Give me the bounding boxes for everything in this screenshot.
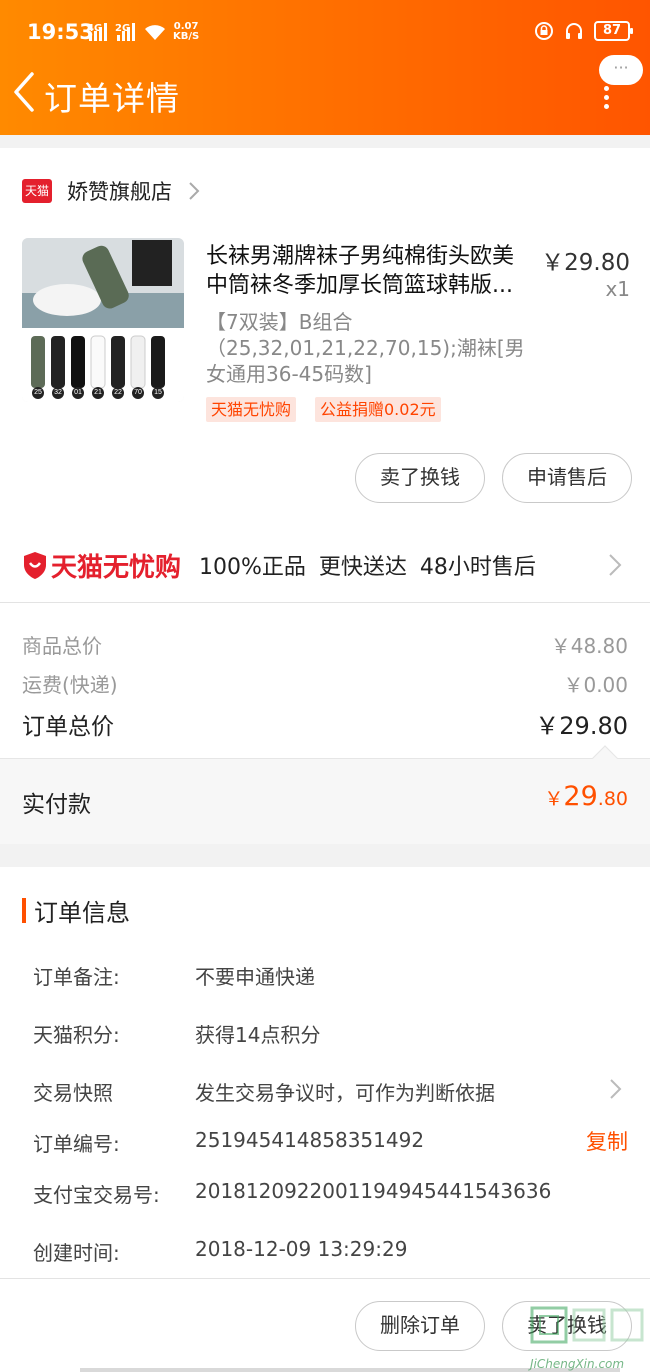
lock-rotation-icon <box>535 22 553 40</box>
watermark-text: JiChengXin.com <box>530 1357 625 1371</box>
snapshot-label: 交易快照 <box>33 1081 113 1105</box>
signal-icon-2 <box>117 23 139 41</box>
headphones-icon <box>566 23 582 39</box>
accent-bar <box>22 898 26 923</box>
sock-number-badge: 15 <box>152 387 164 399</box>
paid-amount: ￥29.80 <box>544 781 628 812</box>
tmall-logo-icon: 天猫 <box>22 179 52 203</box>
more-menu-bubble[interactable]: ··· <box>599 55 643 85</box>
worry-free-brand: 天猫无忧购 <box>51 552 182 583</box>
battery-indicator: 87 <box>594 21 633 41</box>
order-total-value: ￥29.80 <box>535 712 628 740</box>
divider <box>0 1278 650 1279</box>
chevron-right-icon <box>610 1079 622 1099</box>
remark-label: 订单备注: <box>33 965 120 989</box>
alipay-trade-value: 2018120922001194945441543636 <box>195 1179 552 1203</box>
wifi-icon <box>145 25 165 40</box>
speed-unit: KB/S <box>173 31 200 42</box>
sock-number-badge: 21 <box>92 387 104 399</box>
order-info-card <box>0 867 650 1372</box>
product-sku: 【7双装】B组合（25,32,01,21,22,70,15);潮袜[男女通用36… <box>206 310 525 386</box>
snapshot-row[interactable]: 交易快照 发生交易争议时，可作为判断依据 <box>0 1068 650 1110</box>
worry-free-features: 100%正品 更快送达 48小时售后 <box>199 555 536 580</box>
sell-item-button[interactable]: 卖了换钱 <box>355 453 485 503</box>
remark-value: 不要申通快递 <box>195 965 315 989</box>
order-info-header: 订单信息 <box>22 893 130 928</box>
worry-free-row[interactable]: 天猫无忧购 100%正品 更快送达 48小时售后 <box>22 545 632 585</box>
store-link[interactable]: 天猫 娇赞旗舰店 <box>22 176 200 206</box>
points-value: 获得14点积分 <box>195 1023 321 1047</box>
signal-icon <box>89 23 111 41</box>
goods-total-value: ￥48.80 <box>550 634 628 658</box>
product-price: ￥29.80 <box>541 250 630 276</box>
sock-number-badge: 01 <box>72 387 84 399</box>
more-options-icon[interactable] <box>598 84 616 110</box>
shipping-label: 运费(快递) <box>22 673 118 697</box>
sock-number-badge: 22 <box>112 387 124 399</box>
product-image[interactable]: 25 32 01 21 22 70 15 <box>22 238 184 402</box>
page-title: 订单详情 <box>44 79 180 118</box>
copy-button[interactable]: 复制 <box>586 1126 628 1156</box>
tag-worry-free: 天猫无忧购 <box>206 397 297 422</box>
status-time: 19:53 <box>27 20 94 44</box>
tag-charity: 公益捐赠0.02元 <box>315 397 441 422</box>
sock-number-badge: 25 <box>32 387 44 399</box>
chevron-right-icon <box>189 182 200 200</box>
paid-amount-box: 实付款 ￥29.80 <box>0 745 650 844</box>
points-label: 天猫积分: <box>33 1023 120 1047</box>
alipay-trade-label: 支付宝交易号: <box>33 1183 160 1207</box>
shield-icon <box>24 552 46 579</box>
paid-integer: 29 <box>563 781 598 812</box>
goods-total-label: 商品总价 <box>22 634 102 658</box>
product-title[interactable]: 长袜男潮牌袜子男纯棉街头欧美中筒袜冬季加厚长筒篮球韩版... <box>206 242 531 300</box>
status-right: 87 <box>534 21 633 41</box>
status-bar: 19:53 4G 2G 0.07 KB/S 87 <box>0 0 650 66</box>
snapshot-value: 发生交易争议时，可作为判断依据 <box>195 1081 495 1105</box>
created-time-value: 2018-12-09 13:29:29 <box>195 1237 408 1261</box>
paid-label: 实付款 <box>22 792 91 818</box>
apply-aftersale-button[interactable]: 申请售后 <box>502 453 632 503</box>
paid-decimal: .80 <box>597 788 628 810</box>
delete-order-button[interactable]: 删除订单 <box>355 1301 485 1351</box>
product-quantity: x1 <box>605 277 630 301</box>
network-speed: 0.07 KB/S <box>173 22 199 42</box>
order-number-label: 订单编号: <box>33 1132 120 1156</box>
order-info-title: 订单信息 <box>34 899 130 927</box>
order-number-value: 251945414858351492 <box>195 1128 425 1152</box>
created-time-label: 创建时间: <box>33 1241 120 1265</box>
chevron-right-icon <box>609 554 622 576</box>
sock-number-badge: 70 <box>132 387 144 399</box>
shipping-value: ￥0.00 <box>563 673 628 697</box>
paid-currency: ￥ <box>544 788 564 810</box>
store-name: 娇赞旗舰店 <box>67 180 172 204</box>
back-arrow-icon[interactable] <box>8 70 44 114</box>
sock-number-badge: 32 <box>52 387 64 399</box>
app-header: 19:53 4G 2G 0.07 KB/S 87 订单详情 ··· <box>0 0 650 135</box>
order-total-label: 订单总价 <box>22 714 114 740</box>
